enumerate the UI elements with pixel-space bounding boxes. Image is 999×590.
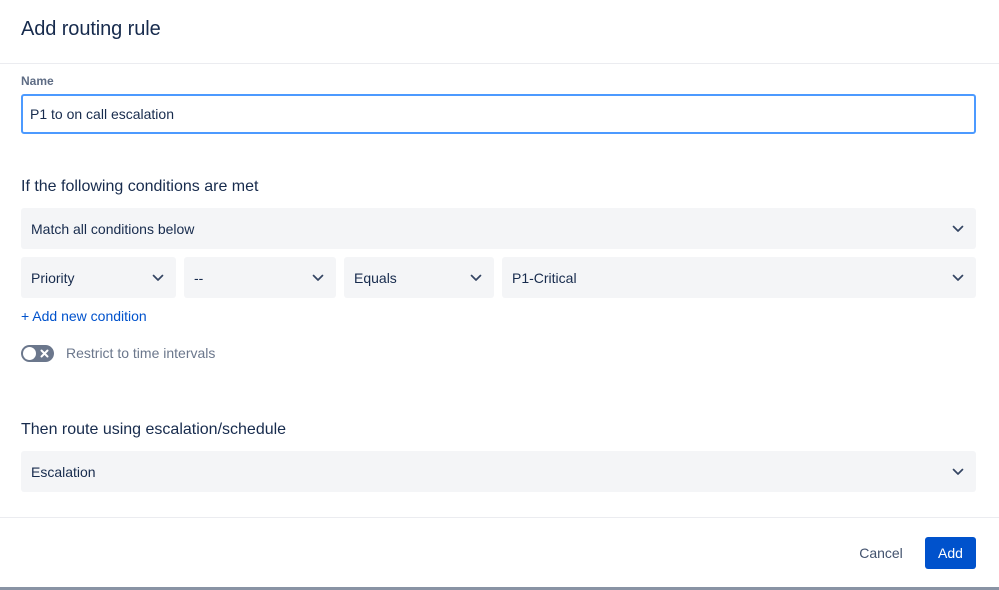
condition-field-value: Priority [31, 269, 75, 286]
match-conditions-select[interactable]: Match all conditions below [21, 208, 976, 249]
cancel-button[interactable]: Cancel [845, 537, 917, 569]
condition-operator-select[interactable]: Equals [344, 257, 494, 298]
time-intervals-toggle[interactable] [21, 345, 54, 362]
escalation-select[interactable]: Escalation [21, 451, 976, 492]
condition-value-value: P1-Critical [512, 269, 577, 286]
chevron-down-icon [940, 451, 976, 492]
chevron-down-icon [458, 257, 494, 298]
add-button[interactable]: Add [925, 537, 976, 569]
chevron-down-icon [940, 257, 976, 298]
name-label: Name [21, 74, 54, 88]
escalation-value: Escalation [31, 463, 96, 480]
condition-value-select[interactable]: P1-Critical [502, 257, 976, 298]
dialog-title: Add routing rule [21, 18, 161, 40]
close-icon [40, 349, 49, 358]
condition-field-select[interactable]: Priority [21, 257, 176, 298]
time-intervals-label: Restrict to time intervals [66, 345, 216, 361]
chevron-down-icon [140, 257, 176, 298]
toggle-knob [23, 347, 36, 360]
add-condition-link[interactable]: + Add new condition [21, 308, 147, 324]
condition-operator-value: Equals [354, 269, 397, 286]
routing-heading: Then route using escalation/schedule [21, 421, 287, 438]
condition-subfield-select[interactable]: -- [184, 257, 336, 298]
conditions-heading: If the following conditions are met [21, 178, 259, 195]
match-conditions-value: Match all conditions below [31, 220, 195, 237]
chevron-down-icon [300, 257, 336, 298]
chevron-down-icon [940, 208, 976, 249]
name-input[interactable] [21, 94, 976, 134]
dialog-header: Add routing rule [0, 0, 999, 64]
condition-subfield-value: -- [194, 269, 204, 286]
